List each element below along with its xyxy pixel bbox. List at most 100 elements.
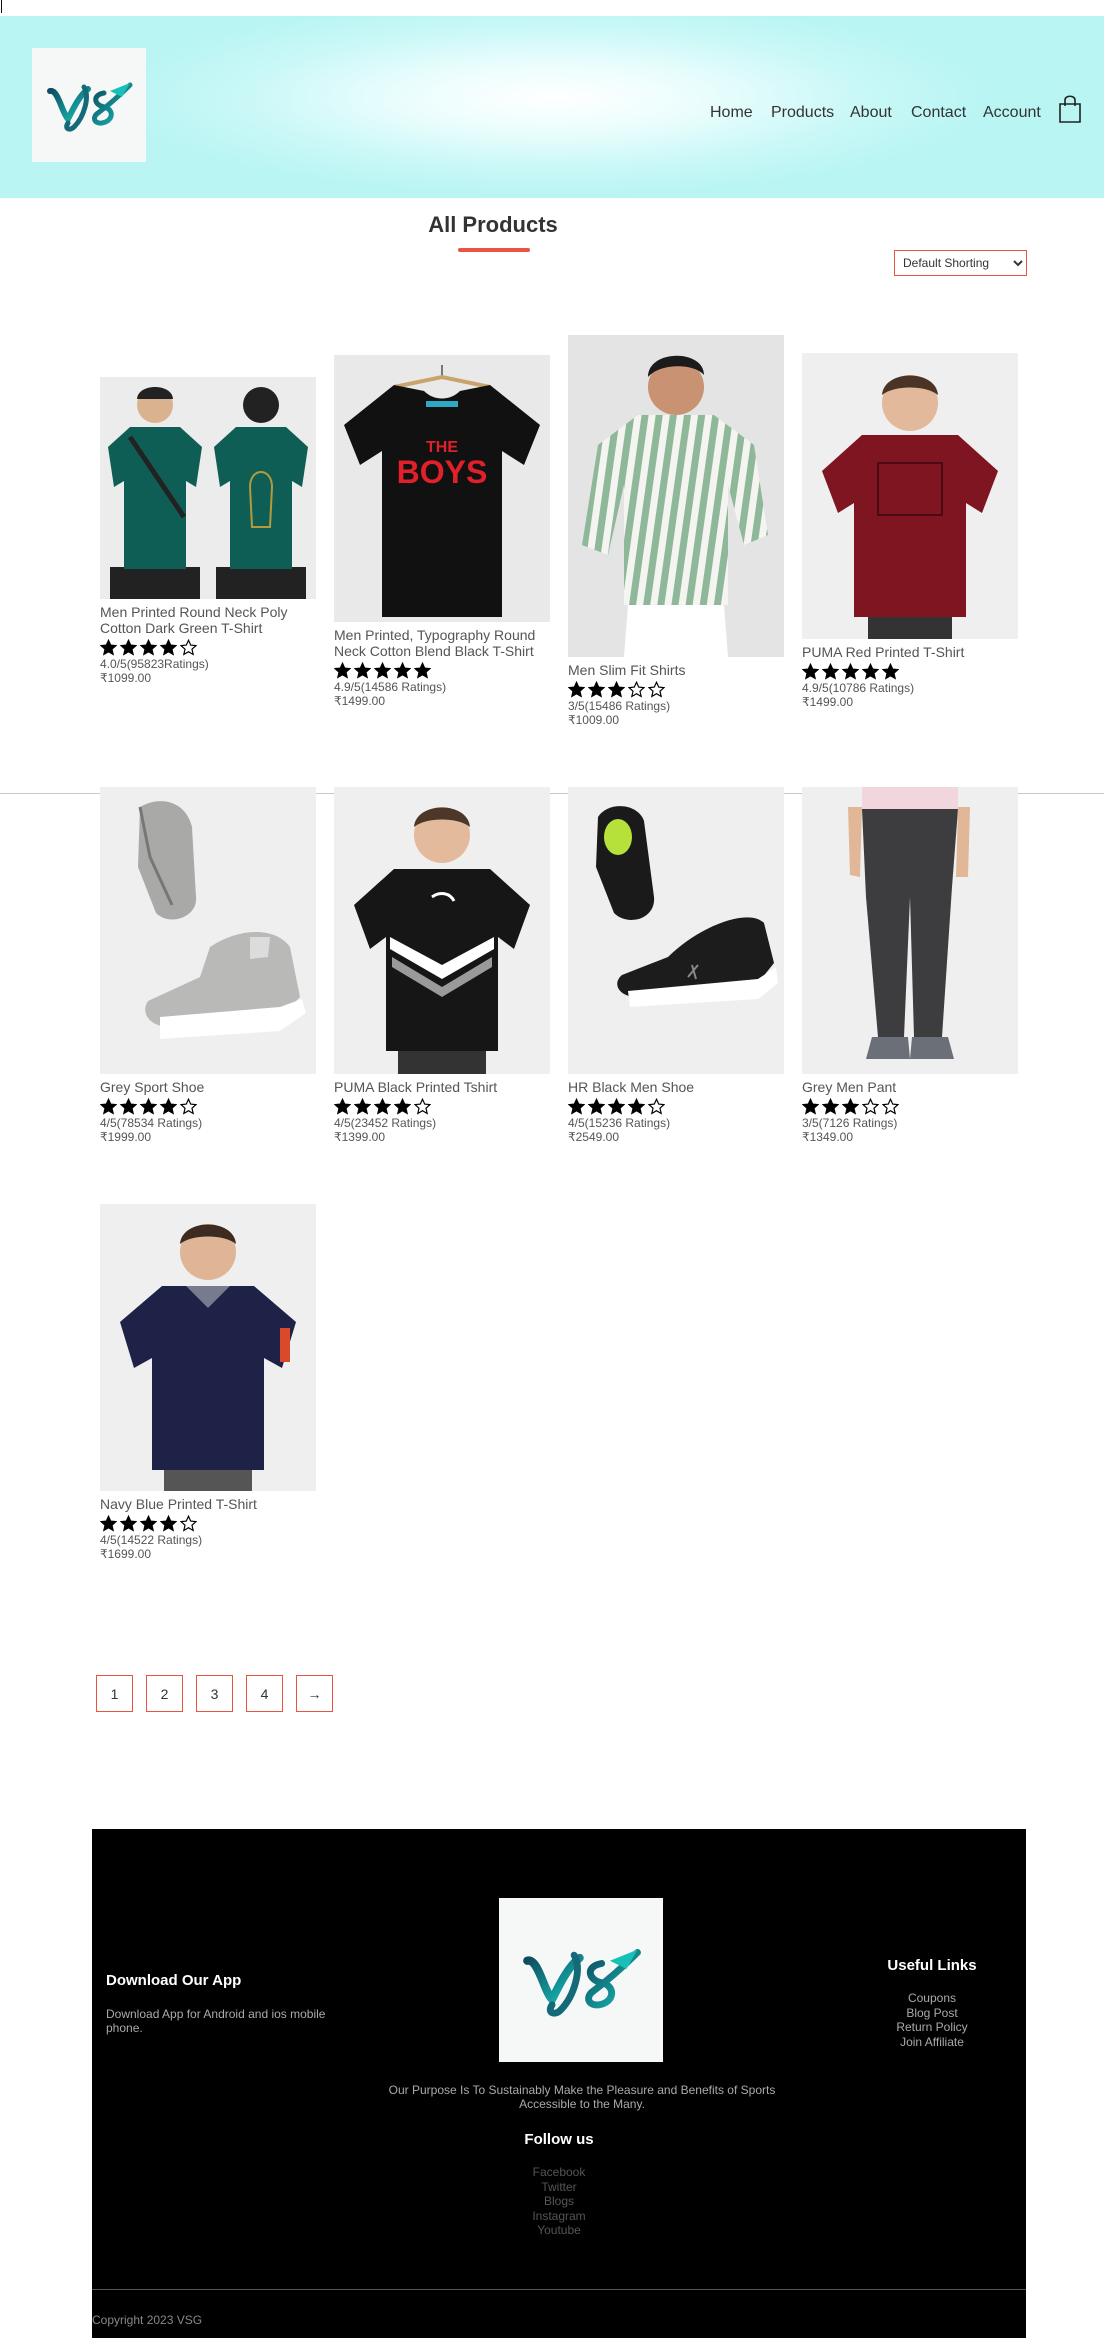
join-affiliate-link[interactable]: Join Affiliate	[842, 2035, 1022, 2050]
footer-logo	[499, 1898, 663, 2062]
price: ₹1349.00	[802, 1130, 854, 1144]
nav-products[interactable]: Products	[771, 104, 834, 122]
product-image[interactable]: THE BOYS	[334, 355, 550, 622]
shopping-bag-icon[interactable]	[1058, 94, 1082, 124]
star-empty-icon	[648, 1097, 665, 1115]
next-page-button[interactable]: →	[296, 1675, 333, 1712]
product-name[interactable]: Grey Men Pant	[802, 1079, 1018, 1095]
footer-divider	[92, 2289, 1026, 2290]
facebook-link[interactable]: Facebook	[92, 2165, 1026, 2180]
star-filled-icon	[568, 1097, 585, 1115]
product-card[interactable]: Men Slim Fit Shirts 3/5(15486 Ratings) ₹…	[568, 335, 784, 727]
product-image[interactable]	[100, 1204, 316, 1491]
download-app-text: Download App for Android and ios mobile …	[106, 2007, 326, 2035]
green-tshirt-photo	[100, 377, 316, 599]
product-name[interactable]: Grey Sport Shoe	[100, 1079, 316, 1095]
price: ₹1099.00	[100, 671, 152, 685]
star-filled-icon	[568, 680, 585, 698]
product-image[interactable]	[802, 353, 1018, 639]
star-filled-icon	[160, 1097, 177, 1115]
star-filled-icon	[588, 1097, 605, 1115]
product-card[interactable]: THE BOYS Men Printed, Typography Round N…	[334, 355, 550, 708]
star-filled-icon	[120, 1514, 137, 1532]
download-app-title: Download Our App	[106, 1972, 242, 1989]
page-3-button[interactable]: 3	[196, 1675, 233, 1712]
navy-tshirt-photo	[100, 1204, 316, 1491]
product-image[interactable]	[100, 787, 316, 1074]
star-filled-icon	[608, 1097, 625, 1115]
rating-text: 3/5(15486 Ratings)	[568, 699, 671, 713]
star-filled-icon	[334, 1097, 351, 1115]
red-tshirt-photo	[802, 353, 1018, 639]
twitter-link[interactable]: Twitter	[92, 2180, 1026, 2195]
product-image[interactable]	[568, 787, 784, 1074]
star-rating	[100, 1097, 316, 1115]
product-card[interactable]: Grey Sport Shoe 4/5(78534 Ratings) ₹1999…	[100, 787, 316, 1144]
page-4-button[interactable]: 4	[246, 1675, 283, 1712]
product-image[interactable]	[100, 377, 316, 599]
product-name[interactable]: HR Black Men Shoe	[568, 1079, 784, 1095]
price: ₹1499.00	[334, 694, 386, 708]
product-image[interactable]	[334, 787, 550, 1074]
page-2-button[interactable]: 2	[146, 1675, 183, 1712]
rating-text: 4/5(14522 Ratings)	[100, 1533, 203, 1547]
star-filled-icon	[160, 1514, 177, 1532]
grey-pant-photo	[802, 787, 1018, 1074]
product-name[interactable]: PUMA Black Printed Tshirt	[334, 1079, 550, 1095]
blog-post-link[interactable]: Blog Post	[842, 2006, 1022, 2021]
rating-text: 4/5(15236 Ratings)	[568, 1116, 671, 1130]
price: ₹2549.00	[568, 1130, 620, 1144]
page-1-button[interactable]: 1	[96, 1675, 133, 1712]
product-card[interactable]: Men Printed Round Neck Poly Cotton Dark …	[100, 377, 316, 685]
star-filled-icon	[862, 662, 879, 680]
return-policy-link[interactable]: Return Policy	[842, 2020, 1022, 2035]
the-boys-tshirt-photo: THE BOYS	[334, 355, 550, 622]
product-card[interactable]: HR Black Men Shoe 4/5(15236 Ratings) ₹25…	[568, 787, 784, 1144]
price: ₹1499.00	[802, 695, 854, 709]
star-filled-icon	[842, 1097, 859, 1115]
product-image[interactable]	[568, 335, 784, 657]
blogs-link[interactable]: Blogs	[92, 2194, 1026, 2209]
star-rating	[802, 1097, 1018, 1115]
coupons-link[interactable]: Coupons	[842, 1991, 1022, 2006]
star-filled-icon	[842, 662, 859, 680]
star-rating	[334, 661, 550, 679]
star-rating	[334, 1097, 550, 1115]
star-filled-icon	[628, 1097, 645, 1115]
nav-home[interactable]: Home	[710, 104, 753, 122]
product-name[interactable]: Men Slim Fit Shirts	[568, 662, 784, 678]
product-card[interactable]: PUMA Black Printed Tshirt 4/5(23452 Rati…	[334, 787, 550, 1144]
main-nav: Home Products About Contact Account	[0, 104, 1104, 134]
product-name[interactable]: Navy Blue Printed T-Shirt	[100, 1496, 316, 1512]
black-shoe-photo	[568, 787, 784, 1074]
vsg-logo-icon	[523, 1949, 641, 2017]
star-empty-icon	[414, 1097, 431, 1115]
star-filled-icon	[802, 662, 819, 680]
star-empty-icon	[882, 1097, 899, 1115]
social-links: Facebook Twitter Blogs Instagram Youtube	[92, 2165, 1026, 2238]
star-filled-icon	[100, 1097, 117, 1115]
nav-account[interactable]: Account	[983, 104, 1041, 122]
instagram-link[interactable]: Instagram	[92, 2209, 1026, 2224]
product-name[interactable]: Men Printed, Typography Round Neck Cotto…	[334, 627, 550, 659]
product-card[interactable]: Navy Blue Printed T-Shirt 4/5(14522 Rati…	[100, 1204, 316, 1561]
product-card[interactable]: PUMA Red Printed T-Shirt 4.9/5(10786 Rat…	[802, 353, 1018, 709]
youtube-link[interactable]: Youtube	[92, 2223, 1026, 2238]
nav-about[interactable]: About	[850, 104, 892, 122]
product-name[interactable]: Men Printed Round Neck Poly Cotton Dark …	[100, 604, 316, 636]
product-name[interactable]: PUMA Red Printed T-Shirt	[802, 644, 1018, 660]
rating-text: 3/5(7126 Ratings)	[802, 1116, 898, 1130]
star-filled-icon	[354, 1097, 371, 1115]
star-filled-icon	[822, 662, 839, 680]
product-card[interactable]: Grey Men Pant 3/5(7126 Ratings) ₹1349.00	[802, 787, 1018, 1144]
striped-shirt-photo	[568, 335, 784, 657]
product-image[interactable]	[802, 787, 1018, 1074]
star-filled-icon	[354, 661, 371, 679]
star-empty-icon	[648, 680, 665, 698]
star-filled-icon	[394, 1097, 411, 1115]
nav-contact[interactable]: Contact	[911, 104, 966, 122]
sort-dropdown[interactable]: Default Shorting	[894, 250, 1027, 276]
svg-text:BOYS: BOYS	[397, 454, 488, 490]
star-rating	[568, 1097, 784, 1115]
site-footer: Download Our App Download App for Androi…	[92, 1829, 1026, 2338]
